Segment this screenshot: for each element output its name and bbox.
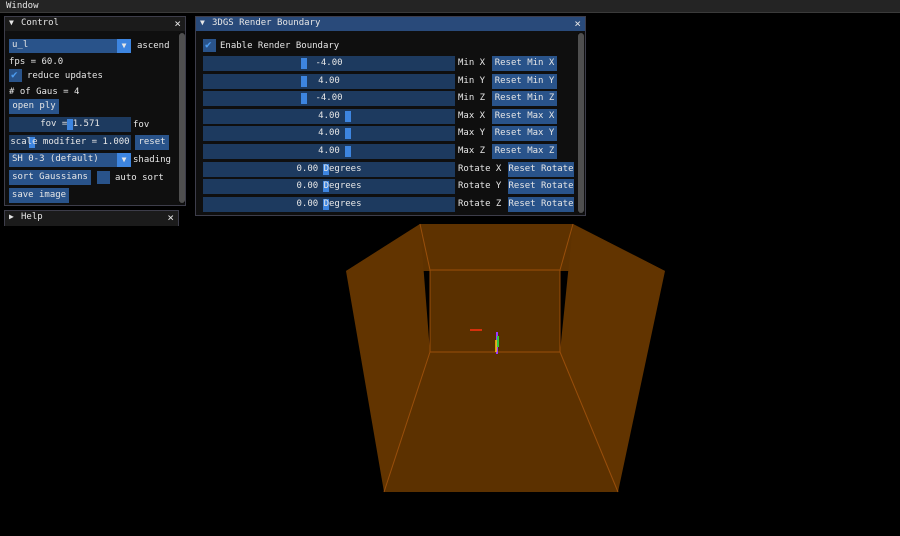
boundary-slider[interactable]: 4.00 [203, 109, 455, 124]
box-back-face [430, 270, 560, 352]
reset-scale-button[interactable]: reset [135, 135, 169, 150]
control-scrollbar-thumb[interactable] [179, 33, 185, 203]
close-icon[interactable]: × [574, 17, 581, 30]
fov-slider[interactable]: fov = 1.571 [9, 117, 131, 132]
chevron-down-icon: ▼ [117, 39, 131, 53]
control-panel: ▼ Control × u_l ▼ ascend fps = 60.0 ✔ re… [4, 16, 186, 206]
sort-gaussians-button[interactable]: sort Gaussians [9, 170, 91, 185]
reset-button[interactable]: Reset Max Z [492, 144, 557, 159]
sort-order-dropdown[interactable]: u_l ▼ [9, 39, 131, 53]
reduce-updates-checkbox[interactable]: ✔ [9, 68, 22, 82]
slider-label: Rotate X [458, 164, 502, 174]
control-titlebar[interactable]: ▼ Control × [5, 17, 185, 31]
slider-value: 0.00 Degrees [296, 181, 362, 191]
reset-button[interactable]: Reset Min Z [492, 91, 557, 106]
auto-sort-label: auto sort [115, 173, 164, 183]
slider-value: 4.00 [318, 76, 340, 86]
auto-sort-checkbox[interactable] [97, 171, 110, 184]
slider-label: Rotate Y [458, 181, 502, 191]
reset-button[interactable]: Reset Rotate [508, 197, 574, 212]
reduce-updates-label: reduce updates [27, 71, 103, 81]
reset-button[interactable]: Reset Min Y [492, 74, 557, 89]
boundary-slider[interactable]: -4.00 [203, 56, 455, 71]
fov-label: fov [133, 120, 150, 130]
slider-label: Max X [458, 111, 486, 121]
slider-label: Max Y [458, 128, 486, 138]
close-icon[interactable]: × [167, 211, 174, 224]
boundary-slider[interactable]: 4.00 [203, 126, 455, 141]
enable-boundary-label: Enable Render Boundary [220, 41, 340, 51]
render-boundary-panel: ▼ 3DGS Render Boundary × ✔ Enable Render… [195, 16, 586, 216]
checkmark-icon: ✔ [11, 68, 18, 81]
shading-value: SH 0-3 (default) [12, 154, 99, 164]
gaussian-count-text: # of Gaus = 4 [9, 87, 80, 97]
expand-triangle-icon[interactable]: ▶ [9, 212, 14, 221]
boundary-slider[interactable]: 0.00 Degrees [203, 179, 455, 194]
window-menu[interactable]: Window [6, 1, 39, 11]
shading-label: shading [133, 155, 171, 165]
control-title: Control [21, 18, 59, 28]
slider-value: 4.00 [318, 111, 340, 121]
fov-value: fov = 1.571 [40, 119, 100, 129]
reset-button[interactable]: Reset Max X [492, 109, 557, 124]
slider-label: Rotate Z [458, 199, 502, 209]
slider-value: -4.00 [315, 58, 343, 68]
slider-label: Min Z [458, 93, 486, 103]
save-image-button[interactable]: save image [9, 188, 69, 203]
slider-label: Min X [458, 58, 486, 68]
boundary-slider[interactable]: -4.00 [203, 91, 455, 106]
boundary-box [346, 223, 665, 493]
collapse-triangle-icon[interactable]: ▼ [200, 18, 205, 27]
collapse-triangle-icon[interactable]: ▼ [9, 18, 14, 27]
scale-value: scale modifier = 1.000 [10, 137, 130, 147]
reset-button[interactable]: Reset Min X [492, 56, 557, 71]
fps-text: fps = 60.0 [9, 57, 64, 67]
slider-label: Max Z [458, 146, 486, 156]
shading-dropdown[interactable]: SH 0-3 (default) ▼ [9, 153, 131, 167]
help-titlebar[interactable]: ▶ Help × [5, 211, 178, 226]
control-scrollbar[interactable] [179, 33, 185, 203]
menu-bar: Window [0, 0, 900, 13]
dropdown-value: u_l [12, 40, 29, 50]
open-ply-button[interactable]: open ply [9, 99, 59, 114]
slider-value: 0.00 Degrees [296, 199, 362, 209]
slider-value: 4.00 [318, 146, 340, 156]
scale-modifier-slider[interactable]: scale modifier = 1.000 [9, 135, 131, 150]
boundary-slider[interactable]: 4.00 [203, 144, 455, 159]
boundary-slider[interactable]: 0.00 Degrees [203, 197, 455, 212]
boundary-slider[interactable]: 0.00 Degrees [203, 162, 455, 177]
reset-button[interactable]: Reset Rotate [508, 162, 574, 177]
close-icon[interactable]: × [174, 17, 181, 30]
reset-button[interactable]: Reset Rotate [508, 179, 574, 194]
boundary-scrollbar[interactable] [578, 33, 584, 213]
slider-value: 0.00 Degrees [296, 164, 362, 174]
boundary-title: 3DGS Render Boundary [212, 18, 321, 28]
enable-boundary-checkbox[interactable]: ✔ [203, 38, 216, 52]
boundary-slider[interactable]: 4.00 [203, 74, 455, 89]
help-panel: ▶ Help × [4, 210, 179, 226]
slider-value: -4.00 [315, 93, 343, 103]
boundary-titlebar[interactable]: ▼ 3DGS Render Boundary × [196, 17, 585, 31]
checkmark-icon: ✔ [205, 38, 212, 51]
slider-value: 4.00 [318, 128, 340, 138]
boundary-scrollbar-thumb[interactable] [578, 33, 584, 213]
chevron-down-icon: ▼ [117, 153, 131, 167]
dropdown-label: ascend [137, 41, 170, 51]
help-title: Help [21, 212, 43, 222]
reset-button[interactable]: Reset Max Y [492, 126, 557, 141]
slider-label: Min Y [458, 76, 486, 86]
